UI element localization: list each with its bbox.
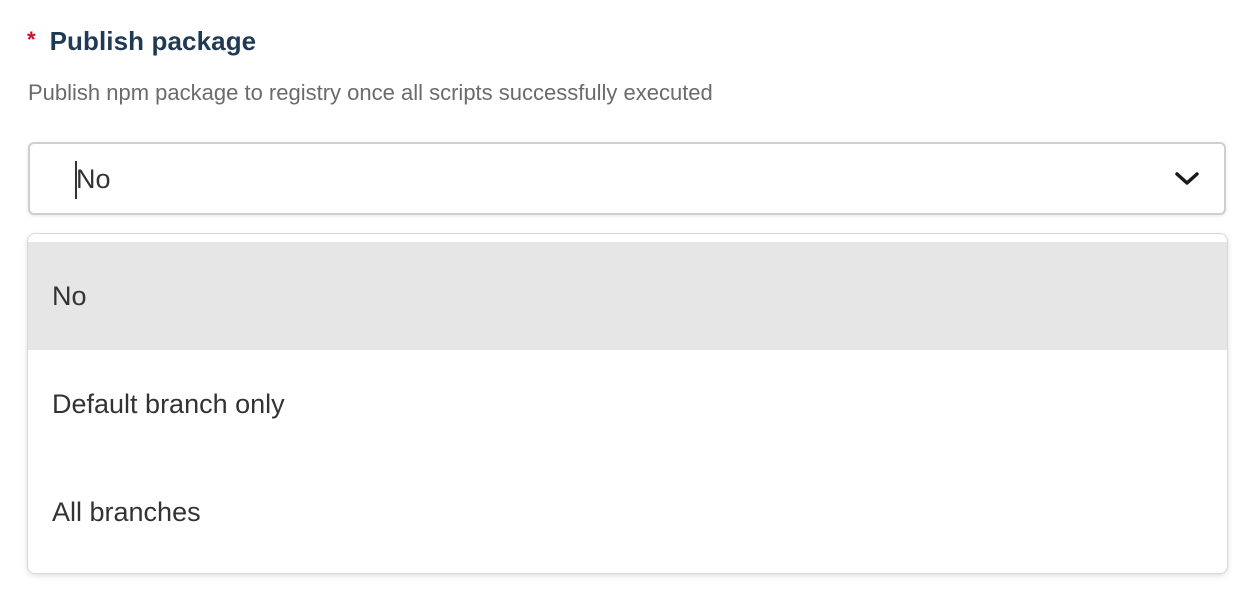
field-description: Publish npm package to registry once all… xyxy=(28,80,713,105)
publish-package-select[interactable]: No xyxy=(28,142,1226,215)
field-header: * Publish package xyxy=(27,26,256,57)
select-value[interactable]: No xyxy=(76,164,111,195)
required-indicator: * xyxy=(27,26,36,52)
field-title: Publish package xyxy=(49,26,257,56)
option-no[interactable]: No xyxy=(28,242,1227,350)
option-default-branch-only[interactable]: Default branch only xyxy=(28,350,1227,458)
chevron-down-icon[interactable] xyxy=(1174,166,1200,192)
dropdown-menu: No Default branch only All branches xyxy=(27,233,1228,574)
option-all-branches[interactable]: All branches xyxy=(28,458,1227,566)
